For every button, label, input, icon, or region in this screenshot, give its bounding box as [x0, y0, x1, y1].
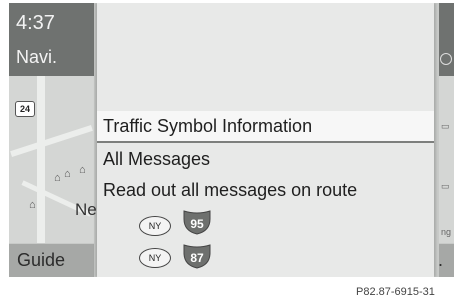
guide-button[interactable]: Guide [9, 244, 94, 277]
poi-icon: ⌂ [29, 199, 36, 211]
right-status-panel [439, 3, 454, 76]
traffic-menu: Traffic Symbol Information All Messages … [97, 3, 434, 277]
globe-icon [440, 53, 452, 65]
road-number-badge: 24 [15, 101, 35, 117]
image-caption: P82.87-6915-31 [356, 286, 435, 298]
poi-icon: ⌂ [64, 168, 71, 180]
clock: 4:37 [16, 12, 55, 34]
map-road [37, 76, 45, 243]
side-text-fragment: ▭ [441, 181, 450, 191]
navi-label[interactable]: Navi. [16, 45, 86, 69]
map-place-label: Ne [75, 200, 97, 219]
side-text-fragment: ▭ [441, 121, 450, 131]
state-route-badge[interactable]: NY [139, 216, 171, 236]
interstate-shield-icon[interactable]: 95 [182, 209, 212, 235]
interstate-number: 95 [190, 217, 204, 231]
poi-icon: ⌂ [79, 164, 86, 176]
map-road [10, 125, 93, 157]
menu-item-all-messages[interactable]: All Messages [103, 147, 431, 171]
right-softkey[interactable]: t. [439, 244, 454, 277]
poi-icon: ⌂ [54, 172, 61, 184]
navigation-screen: 4:37 Navi. 24 Ne ⌂ ⌂ ⌂ ⌂ Guide ▭ ▭ ng E … [9, 3, 454, 277]
menu-title: Traffic Symbol Information [103, 116, 313, 136]
guide-button-label: Guide [17, 250, 66, 270]
right-softkey-label: t. [439, 244, 443, 277]
menu-item-read-out-messages[interactable]: Read out all messages on route [103, 178, 431, 202]
side-text-fragment: ng E [441, 227, 454, 237]
right-map-view [439, 76, 454, 243]
interstate-shield-icon[interactable]: 87 [182, 243, 212, 269]
state-route-badge[interactable]: NY [139, 248, 171, 268]
interstate-number: 87 [190, 251, 204, 265]
map-view[interactable]: 24 Ne ⌂ ⌂ ⌂ ⌂ [9, 76, 97, 243]
menu-title-row[interactable]: Traffic Symbol Information [97, 111, 434, 143]
status-panel: 4:37 Navi. [9, 3, 94, 76]
